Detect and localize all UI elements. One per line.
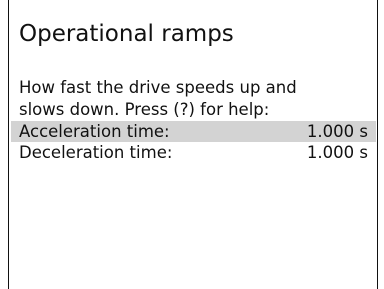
parameter-row-deceleration-time[interactable]: Deceleration time: 1.000 s: [11, 142, 376, 163]
screen-title: Operational ramps: [19, 21, 234, 47]
menu-panel: Operational ramps How fast the drive spe…: [8, 0, 378, 289]
parameter-label: Acceleration time:: [19, 122, 170, 141]
parameter-value: 1.000 s: [306, 143, 368, 162]
description-line: slows down. Press (?) for help:: [19, 100, 270, 119]
description-line: How fast the drive speeds up and: [19, 78, 297, 97]
help-description: How fast the drive speeds up and slows d…: [19, 77, 371, 121]
parameter-value: 1.000 s: [306, 122, 368, 141]
parameter-label: Deceleration time:: [19, 143, 173, 162]
parameter-list: Acceleration time: 1.000 s Deceleration …: [11, 121, 376, 163]
parameter-row-acceleration-time[interactable]: Acceleration time: 1.000 s: [11, 121, 376, 142]
